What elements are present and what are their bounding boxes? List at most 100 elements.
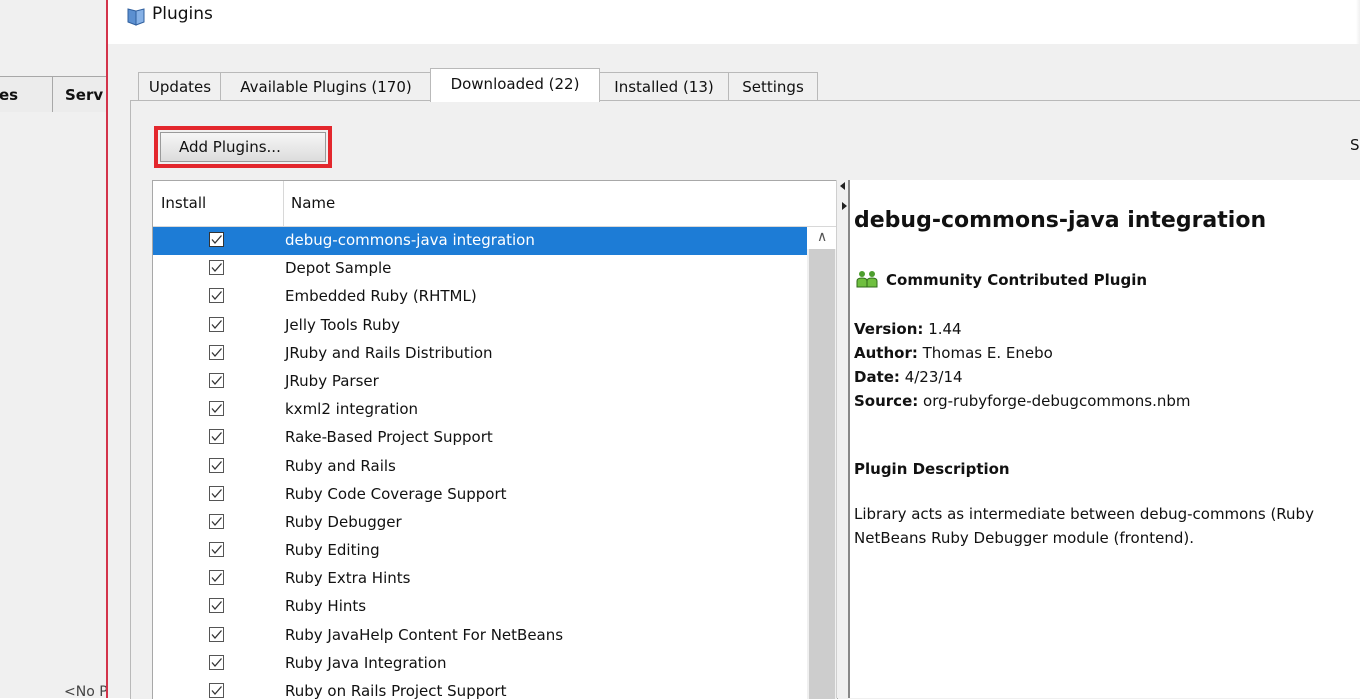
plugin-name: Ruby Editing: [285, 541, 380, 560]
plugin-name: Ruby Java Integration: [285, 653, 447, 672]
table-row[interactable]: Ruby Java Integration: [153, 650, 807, 678]
checkmark-icon: [211, 432, 222, 442]
column-divider: [283, 181, 284, 227]
source-value: org-rubyforge-debugcommons.nbm: [923, 392, 1191, 410]
plugins-table: Install Name debug-commons-java integrat…: [152, 180, 838, 699]
date-value: 4/23/14: [904, 368, 963, 386]
plugin-name: Depot Sample: [285, 259, 392, 278]
collapse-right-icon[interactable]: [842, 202, 847, 210]
install-checkbox[interactable]: [209, 344, 224, 360]
author-value: Thomas E. Enebo: [922, 344, 1053, 362]
install-checkbox[interactable]: [209, 316, 224, 332]
checkmark-icon: [211, 601, 222, 611]
plugin-detail-title: debug-commons-java integration: [854, 208, 1267, 233]
ide-background: es Serv <No P: [0, 0, 126, 700]
ide-tab-strip: es Serv: [0, 76, 126, 113]
install-checkbox[interactable]: [209, 288, 224, 304]
table-row[interactable]: JRuby Parser: [153, 368, 807, 396]
plugin-name: Rake-Based Project Support: [285, 428, 493, 447]
plugin-author: Author: Thomas E. Enebo: [854, 344, 1053, 362]
plugin-date: Date: 4/23/14: [854, 368, 963, 386]
checkmark-icon: [211, 516, 222, 526]
table-row[interactable]: Ruby Hints: [153, 593, 807, 621]
install-checkbox[interactable]: [209, 260, 224, 276]
table-row[interactable]: Depot Sample: [153, 255, 807, 283]
ide-toolbar: [0, 0, 110, 68]
checkmark-icon: [211, 319, 222, 329]
checkmark-icon: [211, 657, 222, 667]
scrollbar-thumb[interactable]: [809, 249, 835, 699]
add-plugins-button[interactable]: Add Plugins...: [160, 132, 326, 162]
plugin-name: Jelly Tools Ruby: [285, 315, 401, 334]
install-checkbox[interactable]: [209, 457, 224, 473]
install-checkbox[interactable]: [209, 570, 224, 586]
ide-tab-files[interactable]: es: [0, 76, 56, 112]
tab-installed[interactable]: Installed (13): [598, 72, 730, 101]
scroll-up-button[interactable]: ∧: [807, 227, 837, 249]
install-checkbox[interactable]: [209, 372, 224, 388]
install-checkbox[interactable]: [209, 542, 224, 558]
checkmark-icon: [211, 629, 222, 639]
table-row[interactable]: JRuby and Rails Distribution: [153, 340, 807, 368]
table-row[interactable]: Ruby Code Coverage Support: [153, 481, 807, 509]
checkmark-icon: [211, 545, 222, 555]
install-checkbox[interactable]: [209, 429, 224, 445]
table-row[interactable]: Ruby Extra Hints: [153, 565, 807, 593]
checkmark-icon: [211, 347, 222, 357]
checkmark-icon: [211, 263, 222, 273]
community-badge-label: Community Contributed Plugin: [886, 271, 1148, 289]
table-row[interactable]: debug-commons-java integration: [153, 227, 807, 256]
plugins-dialog: Plugins Updates Available Plugins (170) …: [106, 0, 1360, 699]
source-label: Source:: [854, 392, 919, 410]
plugin-name: Ruby Hints: [285, 597, 367, 616]
table-row[interactable]: Ruby on Rails Project Support: [153, 678, 807, 699]
table-row[interactable]: Rake-Based Project Support: [153, 424, 807, 452]
checkmark-icon: [211, 291, 222, 301]
install-checkbox[interactable]: [209, 683, 224, 698]
table-row[interactable]: Ruby JavaHelp Content For NetBeans: [153, 622, 807, 650]
tab-updates[interactable]: Updates: [138, 72, 222, 101]
install-checkbox[interactable]: [209, 513, 224, 529]
tab-downloaded[interactable]: Downloaded (22): [430, 68, 600, 102]
plugin-detail-panel: debug-commons-java integration Community…: [848, 180, 1360, 698]
table-row[interactable]: Embedded Ruby (RHTML): [153, 283, 807, 311]
plugin-name: kxml2 integration: [285, 400, 419, 419]
plugin-name: Ruby on Rails Project Support: [285, 682, 507, 699]
collapse-left-icon[interactable]: [840, 182, 845, 190]
description-heading: Plugin Description: [854, 460, 1010, 478]
description-line-1: Library acts as intermediate between deb…: [854, 505, 1314, 523]
install-checkbox[interactable]: [209, 232, 224, 247]
table-row[interactable]: Jelly Tools Ruby: [153, 312, 807, 340]
install-checkbox[interactable]: [209, 626, 224, 642]
install-checkbox[interactable]: [209, 598, 224, 614]
install-checkbox[interactable]: [209, 654, 224, 670]
plugin-name: JRuby and Rails Distribution: [285, 343, 493, 362]
checkmark-icon: [211, 573, 222, 583]
add-plugins-highlight: Add Plugins...: [154, 126, 332, 168]
plugin-version: Version: 1.44: [854, 320, 962, 338]
author-label: Author:: [854, 344, 918, 362]
version-label: Version:: [854, 320, 924, 338]
column-header-install[interactable]: Install: [161, 194, 206, 212]
plugin-description: Library acts as intermediate between deb…: [854, 502, 1360, 550]
ide-projects-panel: <No P: [0, 112, 110, 700]
table-scrollbar[interactable]: ∧: [807, 227, 837, 699]
plugin-source: Source: org-rubyforge-debugcommons.nbm: [854, 392, 1191, 410]
table-header: Install Name: [153, 181, 837, 227]
column-header-name[interactable]: Name: [291, 194, 335, 212]
table-row[interactable]: Ruby Editing: [153, 537, 807, 565]
plugin-name: Ruby and Rails: [285, 456, 396, 475]
plugin-name: Ruby JavaHelp Content For NetBeans: [285, 625, 564, 644]
table-row[interactable]: Ruby Debugger: [153, 509, 807, 537]
tab-settings[interactable]: Settings: [728, 72, 818, 101]
install-checkbox[interactable]: [209, 401, 224, 417]
install-checkbox[interactable]: [209, 485, 224, 501]
plugin-name: Embedded Ruby (RHTML): [285, 287, 477, 306]
table-row[interactable]: kxml2 integration: [153, 396, 807, 424]
checkmark-icon: [211, 404, 222, 414]
dialog-titlebar[interactable]: Plugins: [108, 0, 1360, 44]
tab-available-plugins[interactable]: Available Plugins (170): [220, 72, 432, 101]
chevron-up-icon: ∧: [817, 229, 828, 245]
table-row[interactable]: Ruby and Rails: [153, 453, 807, 481]
plugin-name: Ruby Extra Hints: [285, 569, 411, 588]
